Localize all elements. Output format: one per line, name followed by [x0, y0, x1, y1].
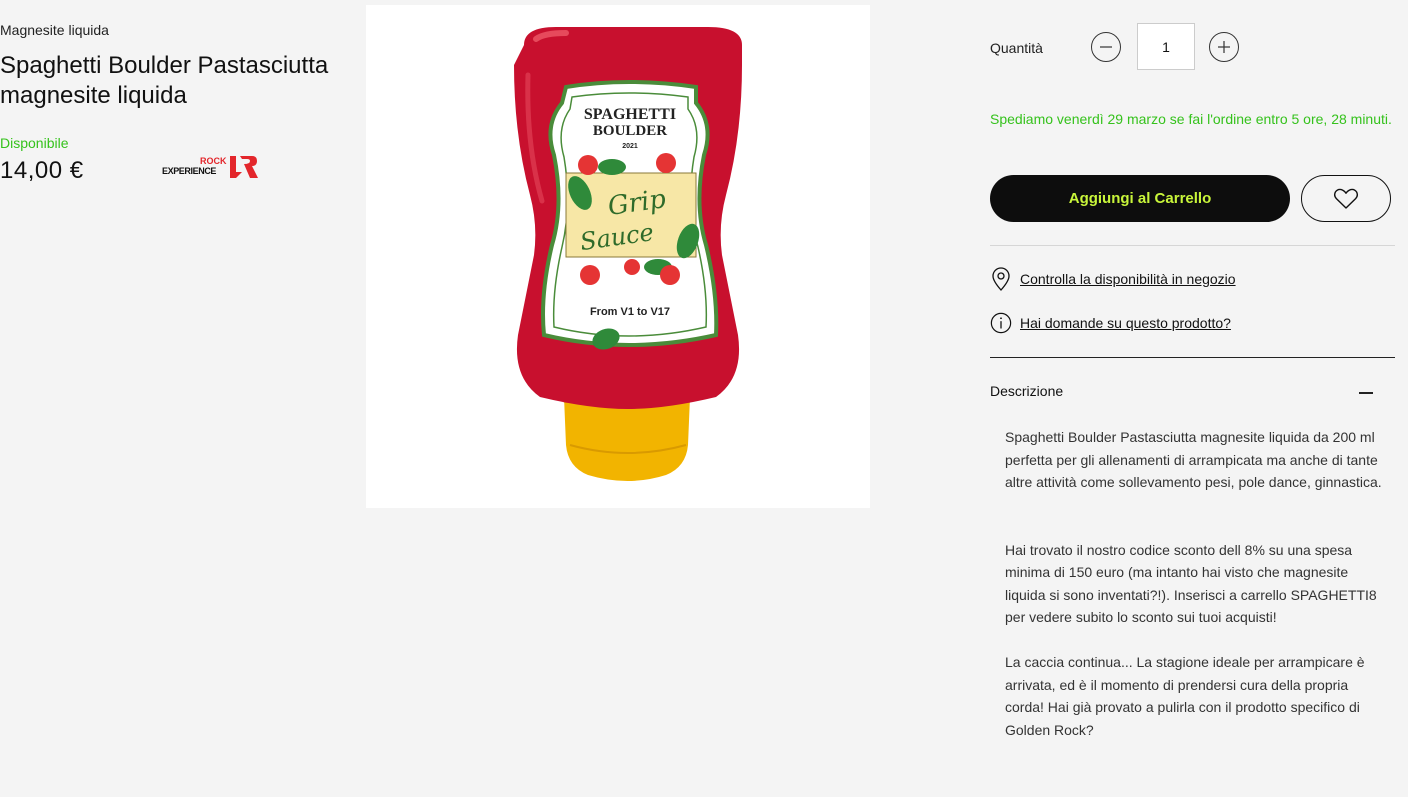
- info-icon: [990, 312, 1012, 334]
- collapse-minus-icon: [1359, 392, 1373, 394]
- rock-experience-logo-icon: [230, 156, 258, 178]
- description-body: Spaghetti Boulder Pastasciutta magnesite…: [1005, 426, 1385, 764]
- minus-icon: [1100, 46, 1112, 48]
- product-category[interactable]: Magnesite liquida: [0, 22, 330, 38]
- description-paragraph: Hai trovato il nostro codice sconto dell…: [1005, 541, 1377, 626]
- description-heading: Descrizione: [990, 383, 1064, 399]
- store-availability-link[interactable]: Controlla la disponibilità in negozio: [1020, 271, 1236, 287]
- description-paragraph: Spaghetti Boulder Pastasciutta magnesite…: [1005, 429, 1382, 490]
- label-line1: SPAGHETTI: [584, 106, 676, 123]
- heart-icon: [1333, 188, 1359, 209]
- plus-icon: [1218, 41, 1230, 53]
- label-year: 2021: [622, 143, 638, 150]
- quantity-row: Quantità: [990, 23, 1395, 70]
- quantity-label: Quantità: [990, 40, 1043, 56]
- shipping-notice: Spediamo venerdì 29 marzo se fai l'ordin…: [990, 111, 1392, 127]
- brand-logo-bottom: EXPERIENCE: [162, 166, 216, 176]
- questions-row: Hai domande su questo prodotto?: [990, 311, 1231, 335]
- brand-logo-top: ROCK: [200, 156, 227, 166]
- product-image[interactable]: SPAGHETTI BOULDER 2021 Grip Sauce From V…: [366, 5, 870, 508]
- store-availability-row: Controlla la disponibilità in negozio: [990, 266, 1236, 292]
- description-accordion-header[interactable]: Descrizione: [990, 383, 1395, 403]
- add-to-cart-button[interactable]: Aggiungi al Carrello: [990, 175, 1290, 222]
- product-price: 14,00 €: [0, 157, 84, 184]
- divider: [990, 245, 1395, 246]
- wishlist-button[interactable]: [1301, 175, 1391, 222]
- label-line2: BOULDER: [593, 123, 667, 139]
- brand-logo[interactable]: ROCK EXPERIENCE: [162, 152, 258, 180]
- location-pin-icon: [992, 267, 1010, 291]
- product-title: Spaghetti Boulder Pastasciutta magnesite…: [0, 52, 329, 109]
- bottle-label: SPAGHETTI BOULDER 2021 Grip Sauce From V…: [541, 80, 719, 350]
- quantity-input[interactable]: [1137, 23, 1195, 70]
- label-bottom: From V1 to V17: [590, 306, 670, 318]
- divider: [990, 357, 1395, 358]
- quantity-decrease-button[interactable]: [1091, 32, 1121, 62]
- quantity-increase-button[interactable]: [1209, 32, 1239, 62]
- description-paragraph: La caccia continua... La stagione ideale…: [1005, 654, 1365, 738]
- availability-status: Disponibile: [0, 135, 69, 151]
- questions-link[interactable]: Hai domande su questo prodotto?: [1020, 315, 1231, 331]
